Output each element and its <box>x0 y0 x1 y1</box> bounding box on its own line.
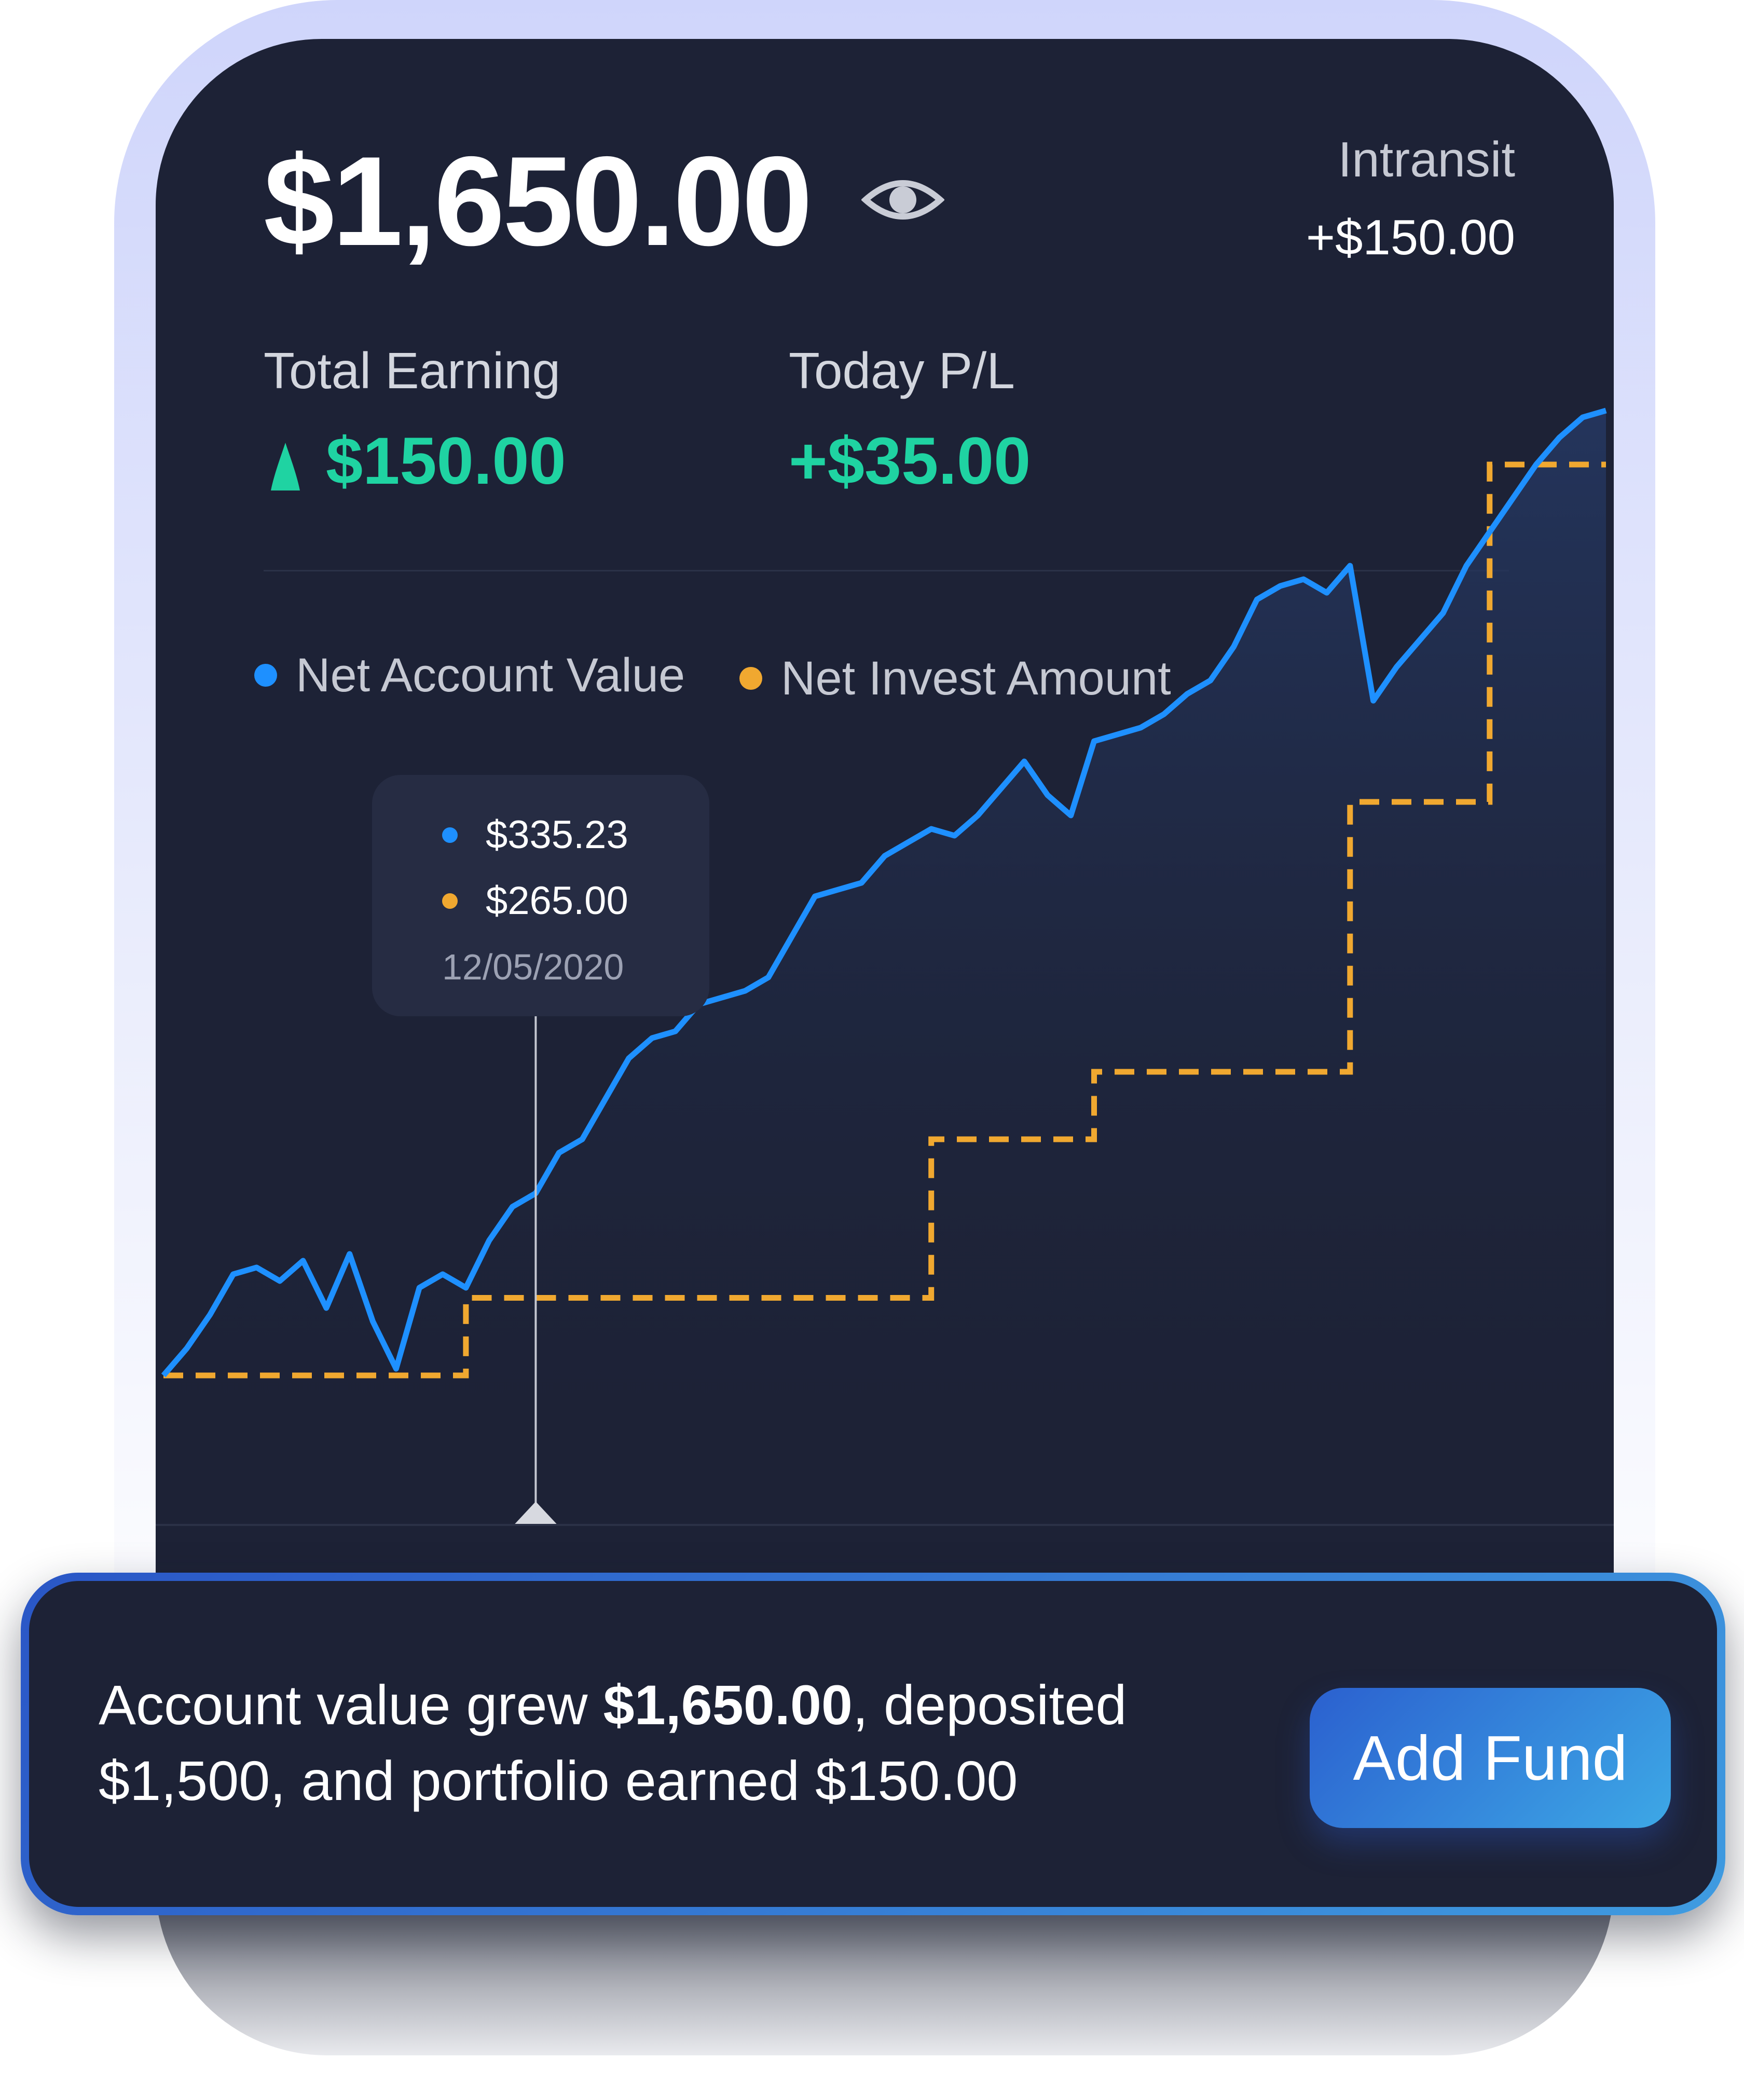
tooltip-invest-value: $265.00 <box>486 879 628 923</box>
account-card: $1,650.00 Intransit +$150.00 Total Earni… <box>156 39 1614 1640</box>
summary-bold-amount: $1,650.00 <box>603 1673 853 1736</box>
chart-tooltip: $335.23 $265.00 12/05/2020 <box>372 775 709 1016</box>
tooltip-account-value: $335.23 <box>486 813 628 857</box>
add-fund-button[interactable]: Add Fund <box>1310 1688 1671 1828</box>
tooltip-date: 12/05/2020 <box>442 947 624 987</box>
tooltip-invest-row: $265.00 <box>442 881 628 921</box>
tooltip-dot-blue <box>442 827 458 843</box>
tooltip-dot-orange <box>442 893 458 909</box>
summary-text: Account value grew $1,650.00, deposited … <box>99 1667 1188 1819</box>
tooltip-account-row: $335.23 <box>442 815 628 855</box>
summary-part1: Account value grew <box>99 1673 603 1736</box>
